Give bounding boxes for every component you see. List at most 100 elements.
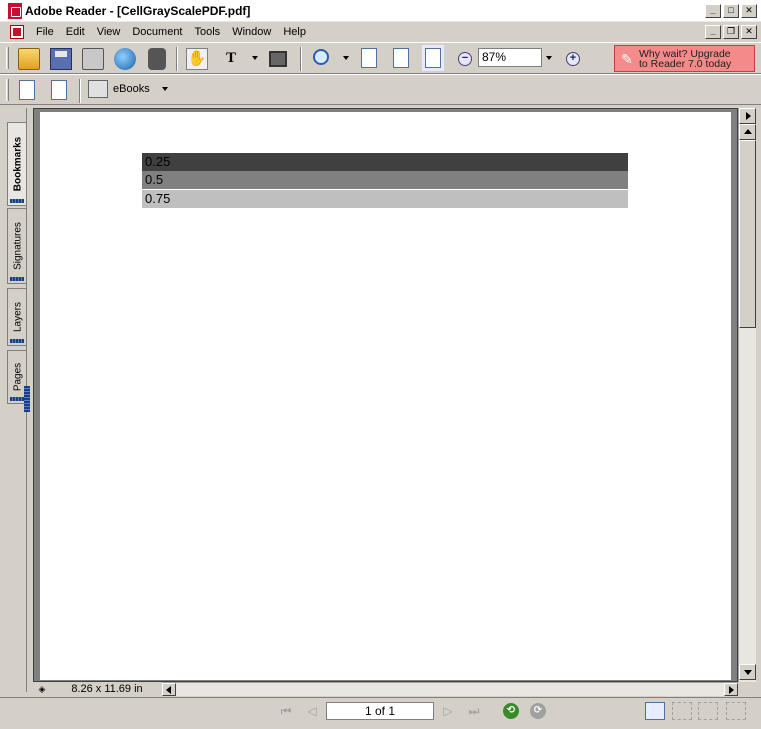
pin-icon: ✎: [621, 50, 633, 67]
gray-cell-row: 0.25: [142, 153, 628, 171]
minimize-button[interactable]: _: [705, 4, 721, 18]
scroll-right-button[interactable]: [724, 683, 738, 696]
ebooks-button[interactable]: eBooks: [88, 77, 168, 101]
scroll-right-panel-button[interactable]: [739, 108, 756, 124]
page-number-input[interactable]: 1 of 1: [326, 702, 434, 720]
continuous-layout-icon[interactable]: [672, 702, 692, 720]
doc-close-button[interactable]: ✕: [741, 25, 757, 39]
open-icon[interactable]: [18, 48, 40, 70]
go-back-icon[interactable]: ⟲: [503, 703, 519, 719]
chevron-down-icon[interactable]: [161, 87, 168, 91]
tab-label: Pages: [12, 362, 23, 392]
scroll-left-button[interactable]: [162, 683, 176, 696]
upgrade-line-1: Why wait? Upgrade: [639, 47, 731, 60]
navigation-pane-grip[interactable]: [24, 386, 30, 412]
ebooks-icon: [88, 80, 108, 98]
split-icon[interactable]: ◈: [35, 683, 49, 695]
rotate-counterclockwise-icon[interactable]: [51, 80, 67, 100]
chevron-down-icon[interactable]: [546, 56, 552, 60]
upgrade-line-2: to Reader 7.0 today: [639, 57, 732, 70]
last-page-icon[interactable]: ⏭: [466, 704, 482, 718]
chevron-right-icon: [729, 686, 734, 694]
print-icon[interactable]: [82, 48, 104, 70]
tab-layers[interactable]: Layers: [7, 288, 27, 346]
menu-file[interactable]: File: [30, 26, 60, 38]
vertical-scrollbar[interactable]: [738, 108, 756, 682]
toolbar-separator: [79, 79, 81, 103]
document-window-controls: _ ❐ ✕: [705, 25, 757, 39]
page-size-label: 8.26 x 11.69 in: [71, 683, 143, 695]
tab-marker: [10, 339, 24, 343]
single-page-layout-icon[interactable]: [645, 702, 665, 720]
toolbar-grip[interactable]: [6, 47, 9, 69]
gray-cell-row: 0.5: [142, 171, 628, 189]
select-text-icon[interactable]: T: [220, 48, 242, 70]
tab-marker: [10, 397, 24, 401]
zoom-in-icon[interactable]: +: [566, 52, 580, 66]
chevron-up-icon: [744, 129, 752, 134]
toolbar-separator: [300, 47, 302, 71]
chevron-down-icon[interactable]: [252, 56, 258, 60]
tab-label: Bookmarks: [12, 136, 23, 192]
tab-bookmarks[interactable]: Bookmarks: [7, 122, 27, 206]
menu-window[interactable]: Window: [226, 26, 277, 38]
scroll-down-button[interactable]: [739, 664, 756, 680]
close-button[interactable]: ✕: [741, 4, 757, 18]
chevron-right-icon: [746, 112, 751, 120]
menu-edit[interactable]: Edit: [60, 26, 91, 38]
cell-label: 0.5: [145, 172, 164, 187]
go-forward-icon[interactable]: ⟳: [530, 703, 546, 719]
actual-size-icon[interactable]: [361, 48, 377, 68]
doc-restore-button[interactable]: ❐: [723, 25, 739, 39]
tab-signatures[interactable]: Signatures: [7, 208, 27, 284]
maximize-button[interactable]: □: [723, 4, 739, 18]
continuous-facing-layout-icon[interactable]: [698, 702, 718, 720]
upgrade-text: Why wait? Upgrade to Reader 7.0 today: [639, 47, 732, 70]
window-title: Adobe Reader - [CellGrayScalePDF.pdf]: [25, 3, 251, 18]
toolbar-grip[interactable]: [6, 79, 9, 101]
upgrade-button[interactable]: ✎ Why wait? Upgrade to Reader 7.0 today: [614, 45, 755, 72]
chevron-left-icon: [166, 686, 171, 694]
hand-icon: ✋: [187, 50, 207, 67]
window-controls: _ □ ✕: [705, 4, 757, 18]
zoom-tool-icon[interactable]: [313, 49, 329, 65]
facing-layout-icon[interactable]: [726, 702, 746, 720]
zoom-out-icon[interactable]: −: [458, 52, 472, 66]
fit-width-icon[interactable]: [425, 48, 441, 68]
cell-label: 0.75: [145, 191, 171, 206]
doc-minimize-button[interactable]: _: [705, 25, 721, 39]
tab-label: Signatures: [12, 222, 23, 270]
tab-marker: [10, 277, 24, 281]
save-icon[interactable]: [50, 48, 72, 70]
tab-label: Layers: [12, 301, 23, 333]
scroll-up-button[interactable]: [739, 124, 756, 140]
chevron-down-icon[interactable]: [343, 56, 349, 60]
next-page-icon[interactable]: ▷: [440, 704, 456, 718]
zoom-input[interactable]: 87%: [478, 48, 542, 67]
ebooks-label: eBooks: [113, 83, 150, 95]
pdf-page: 0.25 0.5 0.75: [40, 112, 731, 680]
gray-cell-row: 0.75: [142, 190, 628, 208]
hand-tool-icon[interactable]: ✋: [186, 48, 208, 70]
menu-document[interactable]: Document: [126, 26, 188, 38]
search-icon[interactable]: [148, 48, 166, 70]
scroll-thumb[interactable]: [739, 140, 756, 328]
document-icon[interactable]: [10, 25, 24, 39]
title-bar: Adobe Reader - [CellGrayScalePDF.pdf] _ …: [0, 0, 761, 22]
email-icon[interactable]: [114, 48, 136, 70]
tab-marker: [10, 199, 24, 203]
first-page-icon[interactable]: ⏮: [278, 704, 294, 718]
horizontal-scrollbar[interactable]: [162, 682, 738, 696]
toolbar-separator: [176, 47, 178, 71]
menu-view[interactable]: View: [91, 26, 127, 38]
adobe-reader-icon: [8, 2, 22, 19]
menu-tools[interactable]: Tools: [189, 26, 227, 38]
fit-page-icon[interactable]: [393, 48, 409, 68]
cell-label: 0.25: [145, 154, 171, 169]
snapshot-icon[interactable]: [269, 51, 287, 67]
previous-page-icon[interactable]: ◁: [304, 704, 320, 718]
menu-help[interactable]: Help: [277, 26, 312, 38]
menu-bar: File Edit View Document Tools Window Hel…: [0, 22, 761, 42]
rotate-clockwise-icon[interactable]: [19, 80, 35, 100]
chevron-down-icon: [744, 670, 752, 675]
